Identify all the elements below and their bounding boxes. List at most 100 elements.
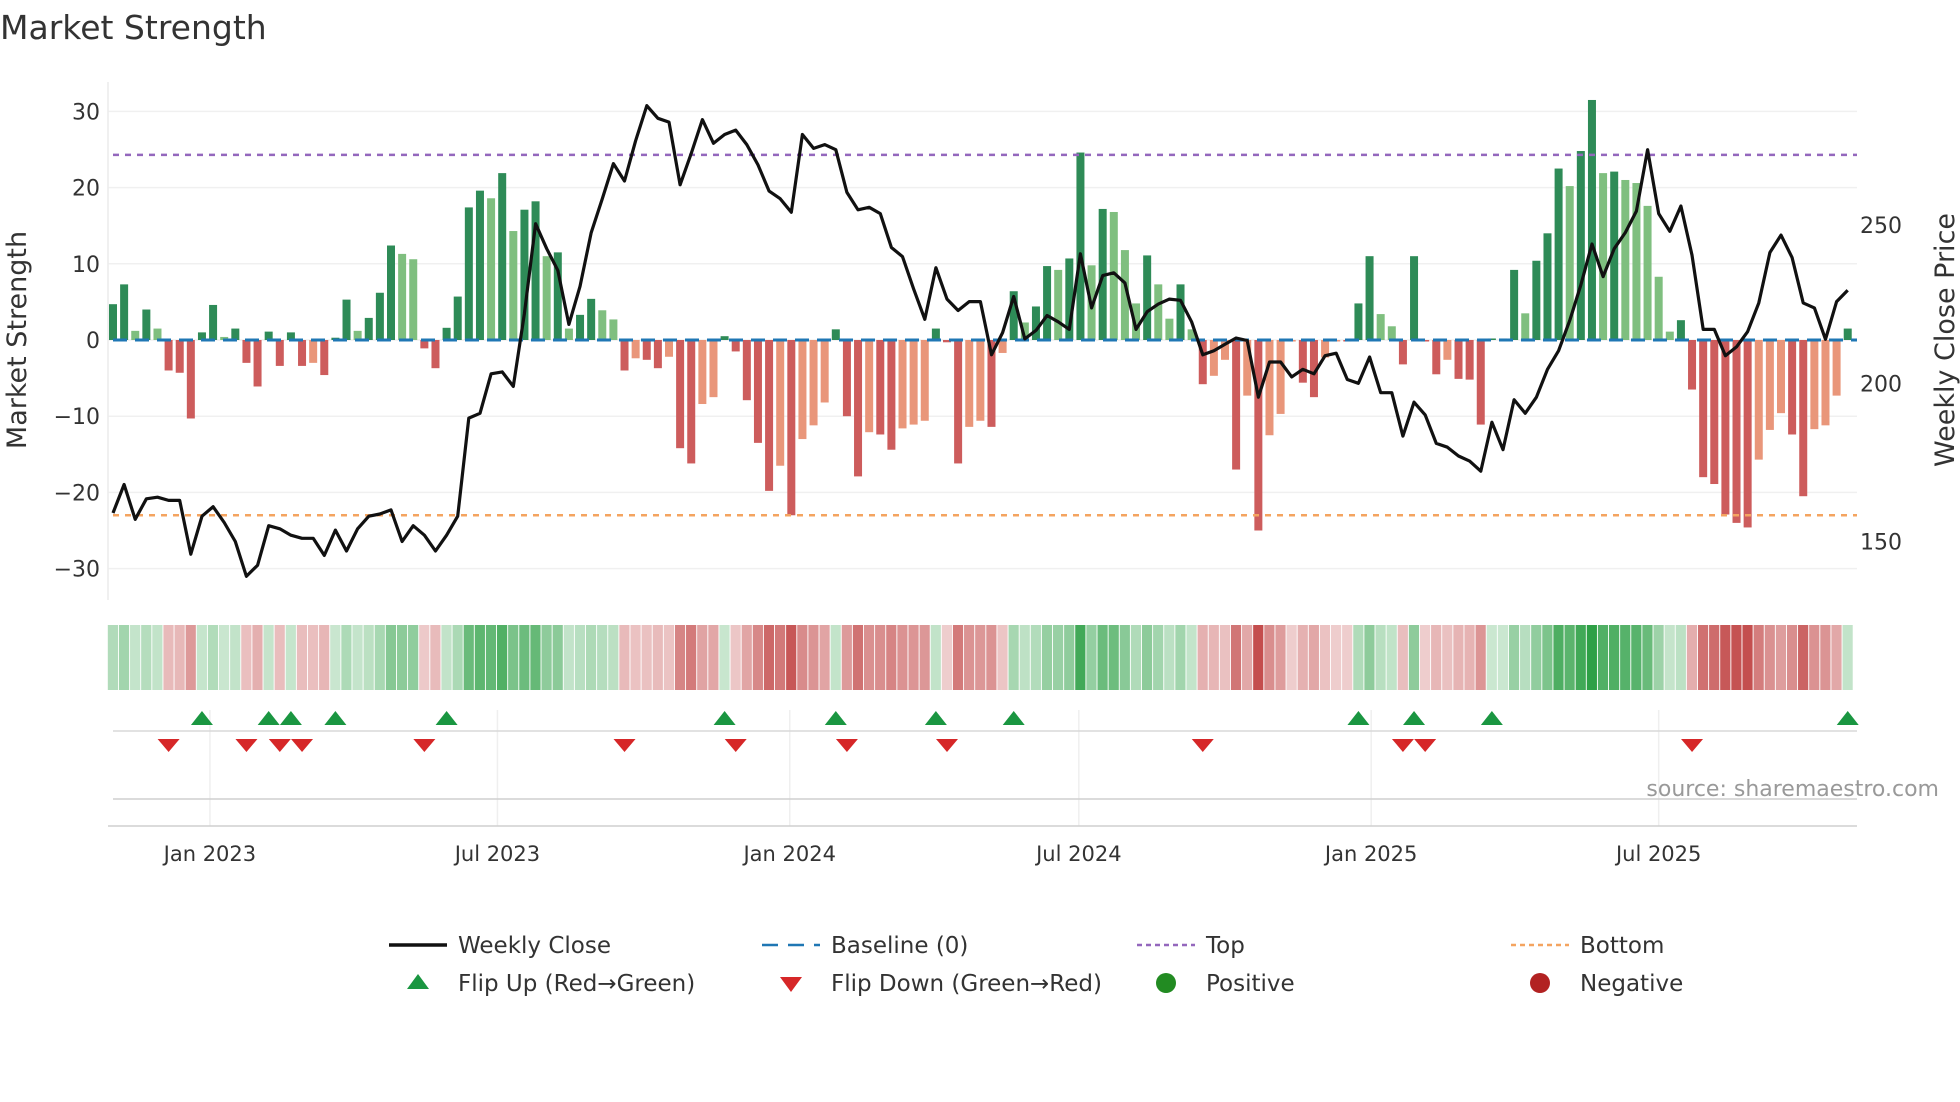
negative-bar [965,340,974,427]
heat-cell [1609,625,1620,690]
negative-bar [1254,340,1263,531]
heat-cell [786,625,797,690]
heat-cell [419,625,430,690]
heat-cell [1664,625,1675,690]
flip-up-marker [435,711,458,725]
y2-tick-label: 150 [1860,531,1902,556]
x-tick-label: Jan 2023 [162,842,257,866]
flip-up-marker [257,711,280,725]
flip-down-marker [1681,739,1704,752]
flip-down-marker [235,739,258,752]
heat-cell [1442,625,1453,690]
flip-down-marker [157,739,180,752]
heat-cell [830,625,841,690]
heat-cell [363,625,374,690]
legend-label: Negative [1580,971,1683,997]
heat-cell [163,625,174,690]
flip-up-marker [713,711,736,725]
positive-bar [1510,269,1519,340]
positive-bar [1376,314,1385,340]
y-tick-label: 10 [72,253,100,278]
heat-cell [396,625,408,690]
heat-cell [508,625,519,690]
heat-cell [152,625,163,690]
positive-bar [1365,256,1374,340]
heat-cell [708,625,719,690]
flip-up-marker [1480,711,1503,725]
heat-cell [1753,625,1764,690]
negative-bar [709,340,718,398]
positive-bar [1076,152,1085,340]
negative-bar [1398,340,1407,365]
positive-bar [1643,205,1652,340]
positive-bar [387,245,395,340]
heat-cell [1375,625,1386,690]
negative-bar [731,340,740,352]
heat-cell [1653,625,1664,690]
negative-bar [920,340,929,421]
negative-bar [1443,340,1452,360]
flip-up-marker [824,711,847,725]
heat-cell [997,625,1008,690]
heat-cell [585,625,597,690]
heat-cell [674,625,686,690]
heat-cell [1253,625,1264,690]
positive-bar [1165,318,1174,340]
heat-cell [1164,625,1175,690]
x-tick-label: Jul 2023 [453,842,540,866]
negative-bar [1821,340,1830,426]
heat-cell [1030,625,1041,690]
flip-down-marker [835,739,858,752]
y2-axis-ticks: 250 200 150 [1860,214,1902,556]
negative-bar [753,340,762,443]
positive-bar [720,336,729,340]
heat-cell [118,625,130,690]
negative-bar [253,340,262,387]
legend-label: Positive [1206,971,1295,997]
positive-bar [375,292,384,340]
negative-bar [620,340,629,371]
heat-cell [1286,625,1297,690]
positive-bar [153,328,162,340]
legend-label: Baseline (0) [831,933,968,959]
heat-cell [341,625,352,690]
circle-positive-icon [1156,973,1176,993]
flip-up-marker [324,711,347,725]
circle-negative-icon [1530,973,1550,993]
heat-cell [1119,625,1130,690]
heat-cell [1397,625,1408,690]
negative-bar [431,340,440,369]
heat-cell [352,625,363,690]
heat-cell [1219,625,1230,690]
heat-cell [519,625,530,690]
negative-bar [887,340,896,450]
heat-cell [697,625,708,690]
legend-label: Weekly Close [458,933,611,959]
positive-bar [1054,269,1063,340]
heat-cell [1297,625,1308,690]
heat-cell [1153,625,1164,690]
negative-bar [298,340,307,366]
heat-cell [1053,625,1064,690]
heat-cell [1319,625,1331,690]
positive-bar [231,328,240,340]
heat-cell [964,625,975,690]
heat-cell [941,625,952,690]
heat-cell [1697,625,1709,690]
heat-cell [1264,625,1275,690]
heat-cell [1497,625,1508,690]
negative-bar [665,340,673,357]
legend: Weekly Close Baseline (0) Top Bottom Flip Up… [389,933,1683,997]
heat-cell [730,625,741,690]
negative-bar [1799,340,1808,497]
heat-cell [485,625,497,690]
heat-cell [1720,625,1731,690]
positive-bar [1532,260,1541,340]
heat-cell [1431,625,1442,690]
heat-cell [841,625,852,690]
negative-bar [1788,340,1797,435]
heat-cell [385,625,396,690]
flip-up-marker [1347,711,1370,725]
negative-bar [1276,340,1285,414]
flip-down-marker [1191,739,1214,752]
